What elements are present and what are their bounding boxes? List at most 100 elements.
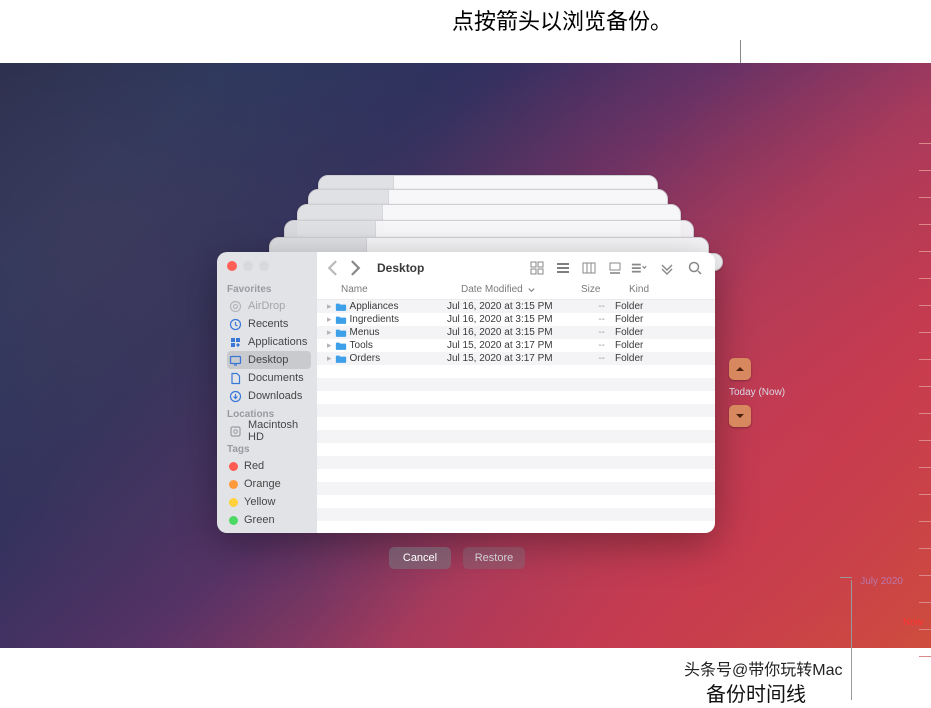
sidebar-tag-yellow[interactable]: Yellow [227,493,311,511]
file-size: -- [567,353,615,364]
sidebar-tag-green[interactable]: Green [227,511,311,529]
finder-toolbar: Desktop [317,252,715,284]
timeline-month-label: July 2020 [860,576,903,587]
file-kind: Folder [615,301,687,312]
sidebar-item-label: Green [244,514,275,526]
file-date: Jul 15, 2020 at 3:17 PM [447,353,567,364]
sidebar-item-desktop[interactable]: Desktop [227,351,311,369]
file-name: Tools [350,340,373,351]
sidebar-item-label: Documents [248,372,304,384]
finder-main: Desktop Name Date Modified [317,252,715,533]
column-headers[interactable]: Name Date Modified Size Kind [317,284,715,300]
column-view-button[interactable] [581,260,597,276]
desktop-icon [229,354,242,367]
col-kind[interactable]: Kind [629,284,701,295]
disclosure-icon[interactable]: ▸ [327,301,332,312]
finder-window: Favorites AirDrop Recents Applications Desk… [217,252,715,533]
sidebar-head-tags: Tags [227,444,311,455]
file-list: ▸AppliancesJul 16, 2020 at 3:15 PM--Fold… [317,300,715,533]
group-menu-button[interactable] [631,260,647,276]
table-row-empty [317,469,715,482]
table-row-empty [317,404,715,417]
col-date[interactable]: Date Modified [461,284,581,295]
disclosure-icon[interactable]: ▸ [327,327,332,338]
table-row[interactable]: ▸ Orders Jul 15, 2020 at 3:17 PM--Folder [317,352,715,365]
table-row-empty [317,365,715,378]
file-date: Jul 16, 2020 at 3:15 PM [447,301,567,312]
callout-bottom: 备份时间线 [706,678,806,707]
sidebar-item-downloads[interactable]: Downloads [227,387,311,405]
table-row[interactable]: ▸ToolsJul 15, 2020 at 3:17 PM--Folder [317,339,715,352]
disclosure-icon[interactable]: ▸ [327,353,332,364]
down-icon [229,390,242,403]
sidebar-item-label: Red [244,460,264,472]
cancel-button[interactable]: Cancel [389,547,451,569]
search-button[interactable] [687,260,703,276]
sidebar-item-airdrop[interactable]: AirDrop [227,297,311,315]
tag-dot-icon [229,480,238,489]
file-size: -- [567,340,615,351]
tag-dot-icon [229,462,238,471]
sidebar-item-documents[interactable]: Documents [227,369,311,387]
view-mode-group [529,260,623,276]
table-row-empty [317,430,715,443]
table-row[interactable]: ▸MenusJul 16, 2020 at 3:15 PM--Folder [317,326,715,339]
disclosure-icon[interactable]: ▸ [327,314,332,325]
sidebar-item-label: AirDrop [248,300,285,312]
file-name: Appliances [350,301,399,312]
disk-icon [229,425,242,438]
tag-dot-icon [229,516,238,525]
timeline-down-button[interactable] [729,405,751,427]
finder-sidebar: Favorites AirDrop Recents Applications Desk… [217,252,317,533]
file-size: -- [567,327,615,338]
sidebar-item-label: Yellow [244,496,275,508]
sidebar-tag-orange[interactable]: Orange [227,475,311,493]
sidebar-item-macintosh-hd[interactable]: Macintosh HD [227,422,311,440]
file-date: Jul 16, 2020 at 3:15 PM [447,314,567,325]
table-row-empty [317,391,715,404]
sort-arrow-icon [527,285,536,294]
watermark-logo: M [570,658,610,698]
table-row-empty [317,508,715,521]
more-button[interactable] [659,260,675,276]
sidebar-head-favorites: Favorites [227,284,311,295]
sidebar-item-applications[interactable]: Applications [227,333,311,351]
apps-icon [229,336,242,349]
window-title: Desktop [377,261,424,275]
timeline-up-button[interactable] [729,358,751,380]
file-name: Orders [350,353,381,364]
file-kind: Folder [615,353,687,364]
zoom-button[interactable] [259,261,269,271]
watermark-sub: 头条号@带你玩转Mac [684,656,842,680]
sidebar-item-label: Orange [244,478,281,490]
chevron-up-icon [734,363,746,375]
table-row-empty [317,482,715,495]
col-size[interactable]: Size [581,284,629,295]
sidebar-item-label: Desktop [248,354,288,366]
airdrop-icon [229,300,242,313]
col-name[interactable]: Name [341,284,461,295]
tag-dot-icon [229,498,238,507]
disclosure-icon[interactable]: ▸ [327,340,332,351]
close-button[interactable] [227,261,237,271]
list-view-button[interactable] [555,260,571,276]
restore-button[interactable]: Restore [463,547,525,569]
file-name: Ingredients [350,314,399,325]
timeline-ticks [919,143,931,683]
sidebar-tag-red[interactable]: Red [227,457,311,475]
sidebar-item-label: Recents [248,318,288,330]
table-row[interactable]: ▸IngredientsJul 16, 2020 at 3:15 PM--Fol… [317,313,715,326]
gallery-view-button[interactable] [607,260,623,276]
minimize-button[interactable] [243,261,253,271]
sidebar-item-recents[interactable]: Recents [227,315,311,333]
file-date: Jul 15, 2020 at 3:17 PM [447,340,567,351]
callout-tick [840,577,852,578]
file-name: Menus [350,327,380,338]
icon-view-button[interactable] [529,260,545,276]
callout-top: 点按箭头以浏览备份。 [452,4,672,36]
back-button[interactable] [323,258,343,278]
table-row-empty [317,456,715,469]
table-row[interactable]: ▸AppliancesJul 16, 2020 at 3:15 PM--Fold… [317,300,715,313]
clock-icon [229,318,242,331]
forward-button[interactable] [345,258,365,278]
